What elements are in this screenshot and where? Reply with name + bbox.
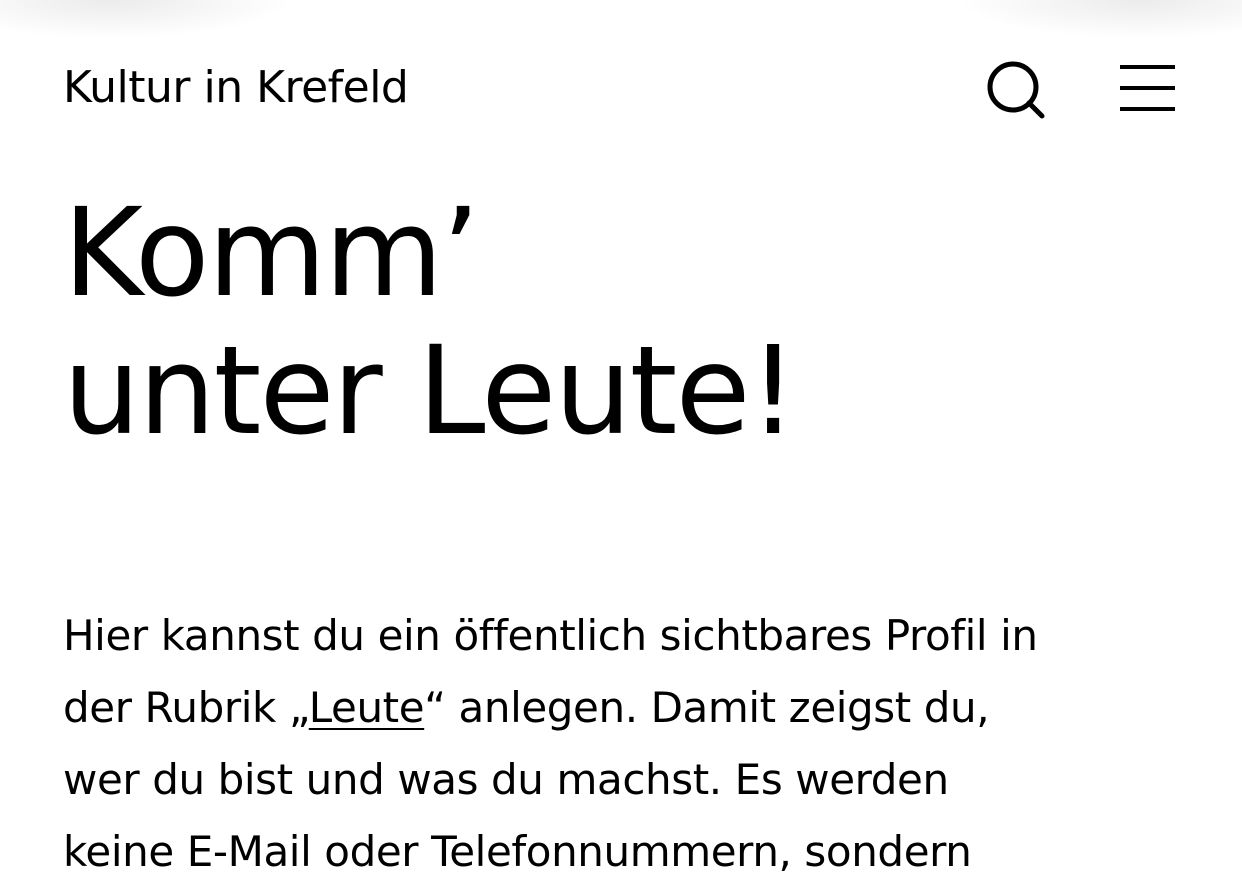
- intro-line-1: Hier kannst du ein öffentlich sichtbares…: [63, 611, 1038, 660]
- headline-line-2: unter Leute!: [63, 320, 797, 462]
- intro-line-3: wer du bist und was du machst. Es werden: [63, 755, 949, 804]
- intro-text: der Rubrik „: [63, 683, 309, 732]
- headline-line-1: Komm’: [63, 182, 480, 324]
- menu-button[interactable]: [1115, 58, 1181, 118]
- leute-link[interactable]: Leute: [309, 683, 425, 732]
- page-headline: Komm’ unter Leute!: [63, 182, 797, 462]
- intro-text: “ anlegen. Damit zeigst du,: [424, 683, 990, 732]
- hamburger-menu-icon: [1115, 58, 1181, 118]
- search-button[interactable]: [984, 58, 1048, 122]
- site-header: Kultur in Krefeld: [0, 0, 1242, 180]
- site-title-link[interactable]: Kultur in Krefeld: [63, 58, 409, 118]
- intro-paragraph: Hier kannst du ein öffentlich sichtbares…: [63, 600, 1183, 888]
- search-icon: [984, 58, 1048, 122]
- intro-line-4: keine E-Mail oder Telefonnummern, sonder…: [63, 827, 972, 876]
- intro-line-2: der Rubrik „Leute“ anlegen. Damit zeigst…: [63, 672, 1183, 744]
